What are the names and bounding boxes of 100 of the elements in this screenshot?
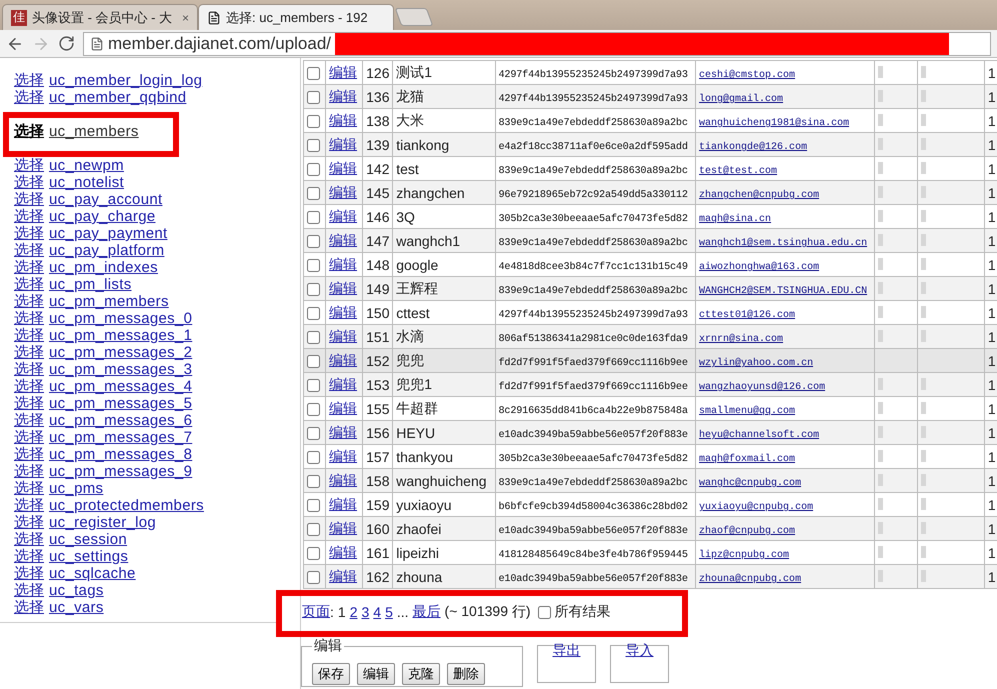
select-link[interactable]: 选择 <box>14 497 44 514</box>
select-link[interactable]: 选择 <box>14 157 44 174</box>
select-link[interactable]: 选择 <box>14 480 44 497</box>
table-link[interactable]: uc_pm_messages_1 <box>49 327 192 344</box>
table-link[interactable]: uc_member_login_log <box>49 72 202 89</box>
table-link[interactable]: uc_pm_messages_9 <box>49 463 192 480</box>
table-link[interactable]: uc_pm_messages_6 <box>49 412 192 429</box>
select-link[interactable]: 选择 <box>14 123 44 140</box>
select-link[interactable]: 选择 <box>14 412 44 429</box>
select-link[interactable]: 选择 <box>14 429 44 446</box>
select-link[interactable]: 选择 <box>14 599 44 616</box>
select-link[interactable]: 选择 <box>14 582 44 599</box>
select-link[interactable]: 选择 <box>14 565 44 582</box>
row-checkbox[interactable] <box>307 259 320 272</box>
table-link[interactable]: uc_sqlcache <box>49 565 136 582</box>
link[interactable]: 导入 <box>626 642 654 659</box>
row-checkbox[interactable] <box>307 379 320 392</box>
table-link[interactable]: uc_notelist <box>49 174 124 191</box>
table-link[interactable]: uc_pm_messages_5 <box>49 395 192 412</box>
row-checkbox[interactable] <box>307 331 320 344</box>
page-link[interactable]: 3 <box>361 604 370 620</box>
table-link[interactable]: uc_tags <box>49 582 104 599</box>
table-link[interactable]: uc_pm_messages_4 <box>49 378 192 395</box>
row-checkbox[interactable] <box>307 211 320 224</box>
table-link[interactable]: uc_pm_messages_3 <box>49 361 192 378</box>
reload-icon[interactable] <box>58 35 75 52</box>
row-checkbox[interactable] <box>307 451 320 464</box>
table-link[interactable]: uc_register_log <box>49 514 156 531</box>
table-link[interactable]: uc_settings <box>49 548 128 565</box>
action-button[interactable]: 删除 <box>447 663 485 685</box>
all-results-checkbox[interactable] <box>538 606 551 618</box>
page-link[interactable]: 5 <box>385 604 393 620</box>
row-checkbox[interactable] <box>307 115 320 128</box>
table-link[interactable]: uc_vars <box>49 599 104 616</box>
row-checkbox[interactable] <box>307 187 320 200</box>
row-checkbox[interactable] <box>307 307 320 320</box>
table-link[interactable]: uc_pm_indexes <box>49 259 158 276</box>
select-link[interactable]: 选择 <box>14 293 44 310</box>
row-checkbox[interactable] <box>307 547 320 560</box>
row-checkbox[interactable] <box>307 427 320 440</box>
row-checkbox[interactable] <box>307 475 320 488</box>
row-checkbox[interactable] <box>307 139 320 152</box>
browser-tab[interactable]: 选择: uc_members - 192 <box>198 4 394 30</box>
address-field[interactable]: member.dajianet.com/upload/ <box>83 32 991 56</box>
select-link[interactable]: 选择 <box>14 225 44 242</box>
table-link[interactable]: uc_session <box>49 531 128 548</box>
link[interactable]: 导出 <box>552 642 580 659</box>
table-link[interactable]: uc_pay_charge <box>49 208 156 225</box>
select-link[interactable]: 选择 <box>14 327 44 344</box>
select-link[interactable]: 选择 <box>14 361 44 378</box>
select-link[interactable]: 选择 <box>14 531 44 548</box>
email-link[interactable]: maqh@sina.cn <box>699 214 772 225</box>
table-link[interactable]: uc_member_qqbind <box>49 89 186 106</box>
row-checkbox[interactable] <box>307 403 320 416</box>
select-link[interactable]: 选择 <box>14 208 44 225</box>
select-link[interactable]: 选择 <box>14 242 44 259</box>
table-link[interactable]: uc_pm_lists <box>49 276 132 293</box>
row-checkbox[interactable] <box>307 523 320 536</box>
row-checkbox[interactable] <box>307 355 320 368</box>
row-checkbox[interactable] <box>307 91 320 104</box>
select-link[interactable]: 选择 <box>14 174 44 191</box>
table-link[interactable]: uc_newpm <box>49 157 124 174</box>
action-button[interactable]: 克隆 <box>402 663 440 685</box>
action-button[interactable]: 保存 <box>312 663 350 685</box>
select-link[interactable]: 选择 <box>14 548 44 565</box>
select-link[interactable]: 选择 <box>14 276 44 293</box>
select-link[interactable]: 选择 <box>14 395 44 412</box>
select-link[interactable]: 选择 <box>14 463 44 480</box>
table-link[interactable]: uc_pm_messages_0 <box>49 310 192 327</box>
select-link[interactable]: 选择 <box>14 89 44 106</box>
table-link[interactable]: uc_pay_platform <box>49 242 164 259</box>
table-link[interactable]: uc_protectedmembers <box>49 497 204 514</box>
page-link[interactable]: 2 <box>350 604 358 620</box>
select-link[interactable]: 选择 <box>14 310 44 327</box>
row-checkbox[interactable] <box>307 571 320 584</box>
row-checkbox[interactable] <box>307 235 320 248</box>
last-page-link[interactable]: 最后 <box>412 603 441 621</box>
select-link[interactable]: 选择 <box>14 514 44 531</box>
browser-tab[interactable]: 佳 头像设置 - 会员中心 - 大 × <box>2 4 198 30</box>
row-checkbox[interactable] <box>307 163 320 176</box>
table-link[interactable]: uc_pm_members <box>49 293 169 310</box>
page-link[interactable]: 4 <box>373 604 382 620</box>
table-link[interactable]: uc_pm_messages_7 <box>49 429 192 446</box>
table-link[interactable]: uc_pms <box>49 480 104 497</box>
table-link[interactable]: uc_pay_account <box>49 191 162 208</box>
select-link[interactable]: 选择 <box>14 378 44 395</box>
page-label-link[interactable]: 页面 <box>302 603 330 621</box>
row-checkbox[interactable] <box>307 67 320 80</box>
action-button[interactable]: 编辑 <box>357 663 395 685</box>
select-link[interactable]: 选择 <box>14 191 44 208</box>
row-checkbox[interactable] <box>307 499 320 512</box>
table-link[interactable]: uc_members <box>49 123 139 140</box>
select-link[interactable]: 选择 <box>14 72 44 89</box>
select-link[interactable]: 选择 <box>14 259 44 276</box>
close-icon[interactable]: × <box>182 10 189 24</box>
select-link[interactable]: 选择 <box>14 344 44 361</box>
table-link[interactable]: uc_pm_messages_8 <box>49 446 192 463</box>
table-link[interactable]: uc_pm_messages_2 <box>49 344 192 361</box>
table-link[interactable]: uc_pay_payment <box>49 225 168 242</box>
row-checkbox[interactable] <box>307 283 320 296</box>
